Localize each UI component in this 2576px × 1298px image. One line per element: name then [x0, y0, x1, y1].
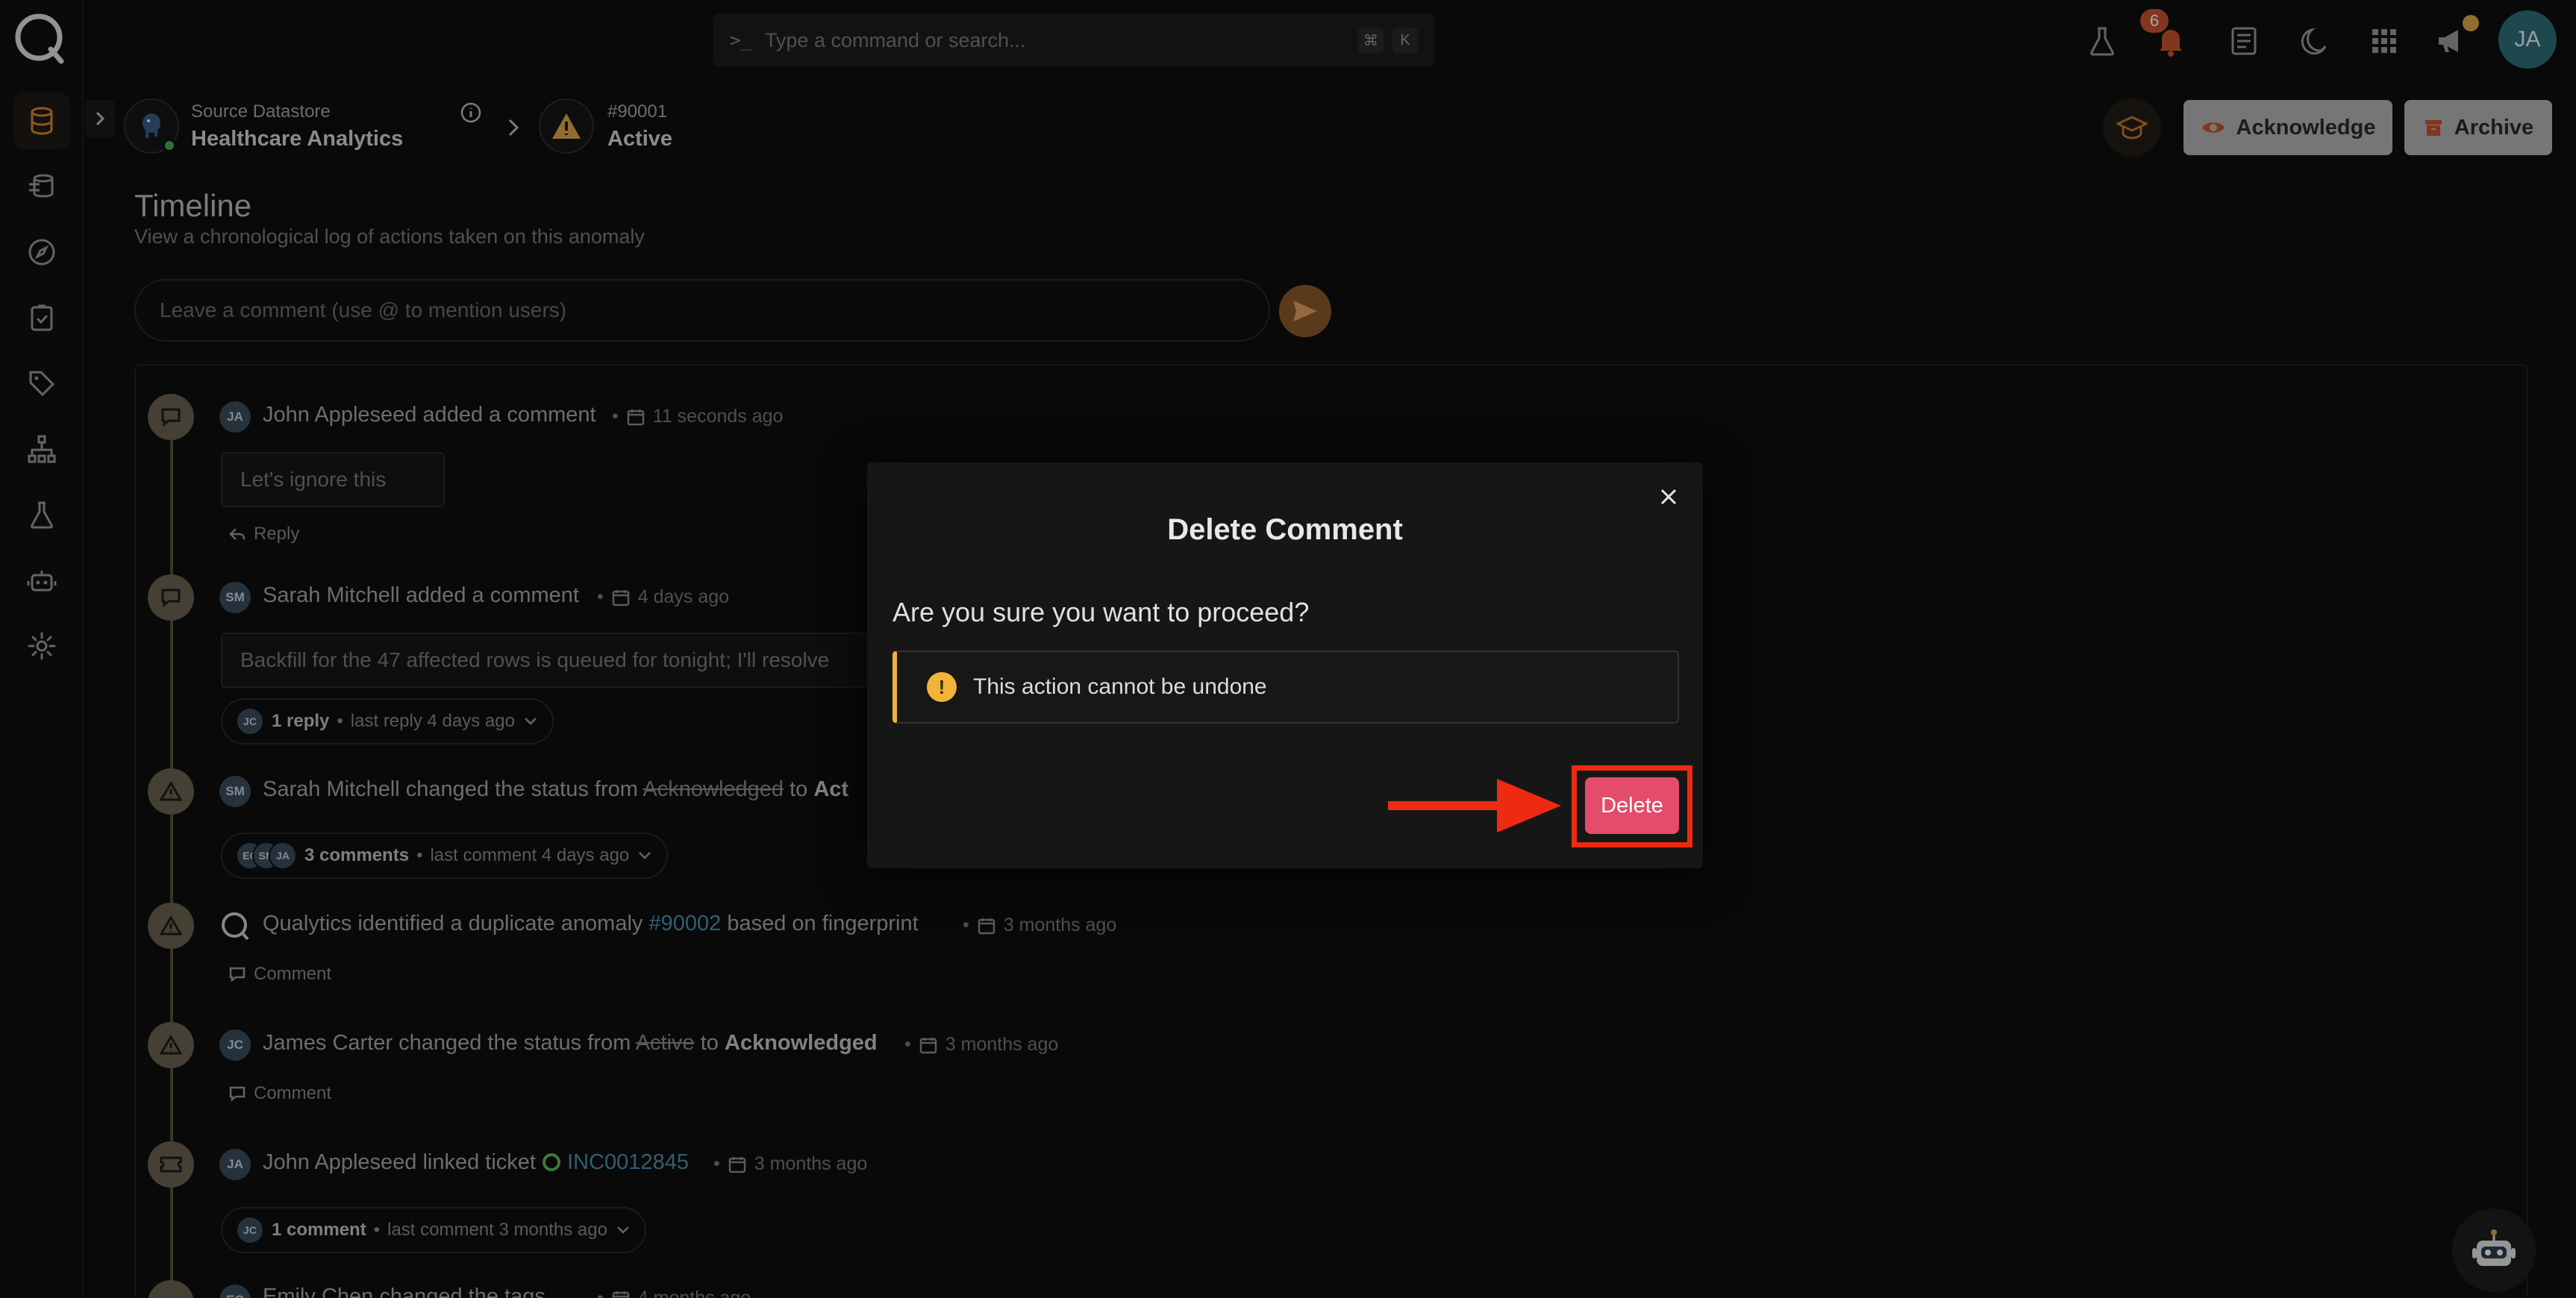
warning-text: This action cannot be undone: [973, 674, 1267, 699]
app: >_ Type a command or search... ⌘ K 6 JA …: [0, 0, 2576, 1298]
annotation-arrow-icon: [1388, 779, 1561, 833]
delete-button[interactable]: Delete: [1585, 777, 1679, 834]
dialog-question: Are you sure you want to proceed?: [892, 597, 1310, 627]
close-icon[interactable]: [1654, 482, 1684, 512]
warning-exclamation-icon: !: [927, 672, 957, 702]
dialog-title: Delete Comment: [1167, 513, 1403, 546]
warning-alert: ! This action cannot be undone: [892, 650, 1679, 724]
